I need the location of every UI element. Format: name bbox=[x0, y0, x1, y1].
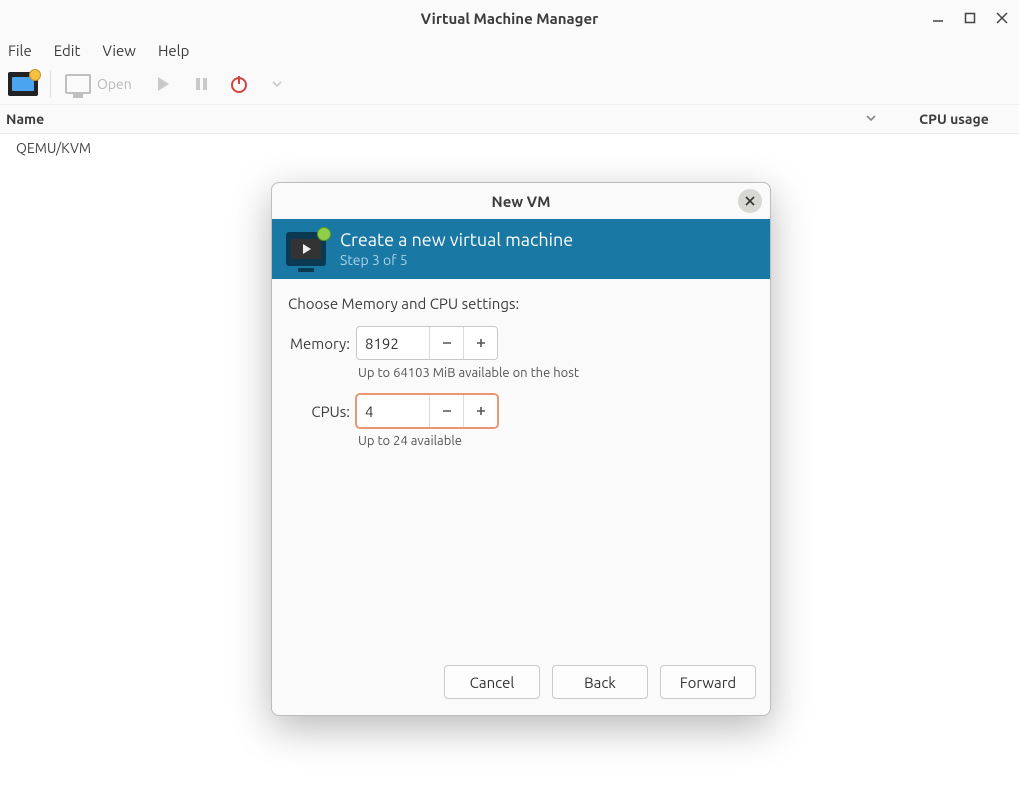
open-label: Open bbox=[97, 76, 132, 92]
back-button[interactable]: Back bbox=[552, 665, 648, 699]
column-sort-indicator[interactable] bbox=[865, 111, 877, 127]
menu-edit[interactable]: Edit bbox=[54, 42, 81, 59]
close-icon bbox=[745, 196, 755, 206]
memory-input[interactable] bbox=[357, 327, 429, 359]
dialog-close-button[interactable] bbox=[738, 189, 762, 213]
play-icon bbox=[154, 75, 172, 93]
toolbar: Open bbox=[0, 64, 1019, 104]
columns-header: Name CPU usage bbox=[0, 104, 1019, 134]
memory-decrement-button[interactable] bbox=[429, 327, 463, 359]
plus-icon bbox=[475, 405, 487, 417]
dialog-footer: Cancel Back Forward bbox=[272, 659, 770, 715]
minus-icon bbox=[441, 405, 453, 417]
cancel-button[interactable]: Cancel bbox=[444, 665, 540, 699]
dialog-title: New VM bbox=[492, 193, 551, 210]
chevron-down-icon bbox=[865, 112, 877, 124]
column-name-header[interactable]: Name bbox=[6, 111, 44, 127]
new-vm-button[interactable] bbox=[6, 69, 40, 99]
forward-button[interactable]: Forward bbox=[660, 665, 756, 699]
memory-label: Memory: bbox=[288, 335, 356, 352]
shutdown-button[interactable] bbox=[222, 69, 256, 99]
plus-icon bbox=[475, 337, 487, 349]
cpus-input[interactable] bbox=[357, 395, 429, 427]
minus-icon bbox=[441, 337, 453, 349]
maximize-button[interactable] bbox=[961, 10, 979, 27]
power-icon bbox=[229, 74, 249, 94]
memory-hint: Up to 64103 MiB available on the host bbox=[356, 364, 754, 390]
banner-step: Step 3 of 5 bbox=[340, 252, 573, 270]
minimize-button[interactable] bbox=[929, 10, 947, 27]
create-vm-icon bbox=[286, 232, 326, 266]
section-label: Choose Memory and CPU settings: bbox=[288, 295, 754, 312]
dialog-titlebar: New VM bbox=[272, 183, 770, 219]
window-title: Virtual Machine Manager bbox=[421, 10, 599, 27]
connection-name: QEMU/KVM bbox=[16, 140, 91, 156]
column-cpu-header[interactable]: CPU usage bbox=[889, 111, 1019, 127]
banner-heading: Create a new virtual machine bbox=[340, 229, 573, 252]
dialog-body: Choose Memory and CPU settings: Memory: … bbox=[272, 279, 770, 659]
cpus-label: CPUs: bbox=[288, 403, 356, 420]
run-button[interactable] bbox=[146, 69, 180, 99]
menu-view[interactable]: View bbox=[102, 42, 136, 59]
new-vm-dialog: New VM Create a new virtual machine Step… bbox=[271, 182, 771, 716]
cpus-increment-button[interactable] bbox=[463, 395, 497, 427]
menu-help[interactable]: Help bbox=[158, 42, 189, 59]
toolbar-separator bbox=[50, 71, 51, 97]
dialog-banner: Create a new virtual machine Step 3 of 5 bbox=[272, 219, 770, 279]
cpus-spinbox[interactable] bbox=[356, 394, 498, 428]
chevron-down-icon bbox=[271, 78, 283, 90]
pause-icon bbox=[193, 76, 209, 92]
menu-file[interactable]: File bbox=[8, 42, 32, 59]
connection-row[interactable]: QEMU/KVM bbox=[0, 134, 1019, 162]
open-console-button[interactable] bbox=[61, 69, 95, 99]
menubar: File Edit View Help bbox=[0, 36, 1019, 64]
cpus-decrement-button[interactable] bbox=[429, 395, 463, 427]
shutdown-menu-button[interactable] bbox=[260, 69, 294, 99]
pause-button[interactable] bbox=[184, 69, 218, 99]
close-button[interactable] bbox=[993, 10, 1011, 27]
main-titlebar: Virtual Machine Manager bbox=[0, 0, 1019, 36]
memory-spinbox[interactable] bbox=[356, 326, 498, 360]
monitor-icon bbox=[65, 74, 91, 94]
memory-increment-button[interactable] bbox=[463, 327, 497, 359]
new-vm-icon bbox=[8, 72, 38, 96]
cpus-hint: Up to 24 available bbox=[356, 432, 754, 458]
